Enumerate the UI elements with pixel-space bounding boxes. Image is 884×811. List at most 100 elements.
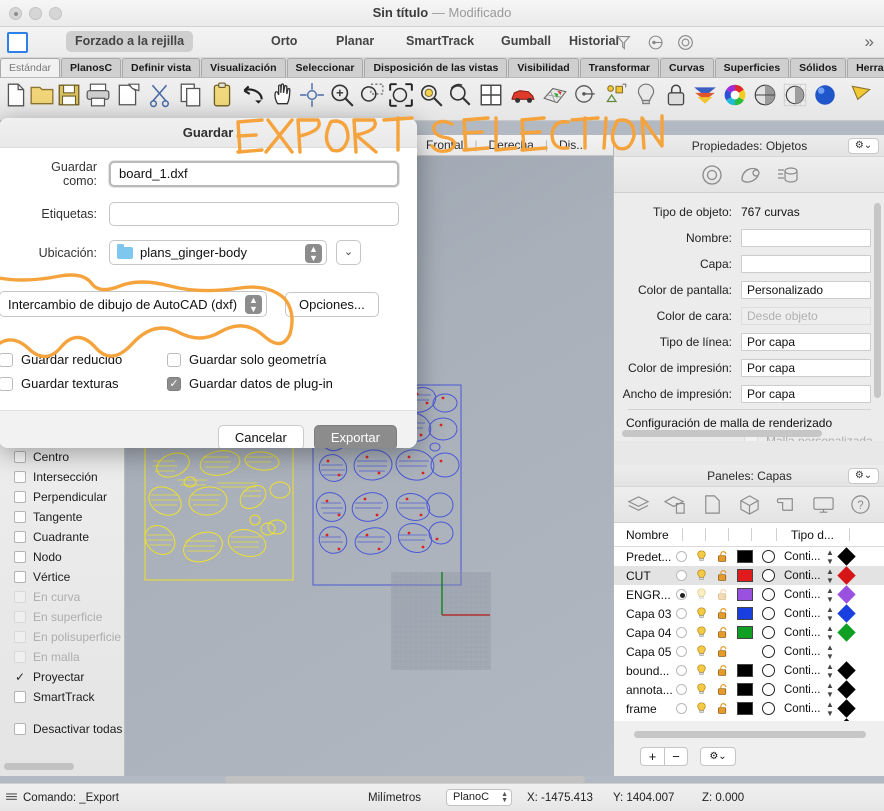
viewport-tab-frontal[interactable]: Frontal <box>415 138 474 152</box>
layer-current-radio[interactable] <box>676 551 687 562</box>
dialog-checkbox-guardar-texturas[interactable]: Guardar texturas <box>0 376 167 391</box>
toolbar-tab-herrami[interactable]: Herrami... <box>847 58 884 77</box>
object-snap-icon[interactable] <box>603 82 629 108</box>
toolbar-tab-superficies[interactable]: Superficies <box>714 58 790 77</box>
layer-linetype-stepper-icon[interactable]: ▲▼ <box>824 624 836 642</box>
osnap-checkbox[interactable] <box>14 691 26 703</box>
layer-linetype-stepper-icon[interactable]: ▲▼ <box>824 643 836 661</box>
osnap-item-nodo[interactable]: Nodo <box>0 547 124 567</box>
filter-icon[interactable] <box>615 34 632 51</box>
viewport-tab-derecha[interactable]: Derecha <box>477 138 544 152</box>
layer-visibility-bulb-icon[interactable] <box>695 664 708 677</box>
property-value[interactable]: Por capa <box>741 333 871 351</box>
zoom-window-icon[interactable] <box>359 82 385 108</box>
toggle-orto[interactable]: Orto <box>262 31 306 52</box>
dialog-checkbox-guardar-solo-geometr-a[interactable]: Guardar solo geometría <box>167 352 326 367</box>
layer-color-swatch[interactable] <box>737 645 753 658</box>
record-history-icon[interactable] <box>648 34 665 51</box>
layer-properties-icon[interactable] <box>776 163 800 187</box>
osnap-checkbox[interactable] <box>14 451 26 463</box>
properties-horizontal-scrollbar[interactable] <box>622 430 822 437</box>
format-stepper-icon[interactable]: ▲ ▼ <box>245 295 262 314</box>
layer-material-circle[interactable] <box>762 664 775 677</box>
tags-input[interactable] <box>109 202 399 226</box>
layer-linetype-stepper-icon[interactable]: ▲▼ <box>824 567 836 585</box>
layer-lock-icon[interactable] <box>716 607 729 620</box>
layer-print-color-swatch[interactable] <box>837 718 856 721</box>
layer-color-swatch[interactable] <box>737 664 753 677</box>
toolbar-tab-visibilidad[interactable]: Visibilidad <box>508 58 579 77</box>
layer-visibility-bulb-icon[interactable] <box>695 626 708 639</box>
layer-sublayer-icon[interactable] <box>664 493 687 516</box>
layer-current-radio[interactable] <box>676 646 687 657</box>
layer-linetype-stepper-icon[interactable]: ▲▼ <box>824 605 836 623</box>
layer-print-color-swatch[interactable] <box>837 699 856 718</box>
sphere-render-icon[interactable] <box>812 82 838 108</box>
sphere-grid-icon[interactable] <box>782 82 808 108</box>
layer-material-circle[interactable] <box>762 607 775 620</box>
layer-color-swatch[interactable] <box>737 569 753 582</box>
layer-print-color-swatch[interactable] <box>837 661 856 680</box>
layers-icon[interactable] <box>627 493 650 516</box>
lock-icon[interactable] <box>663 82 689 108</box>
remove-layer-button[interactable]: − <box>664 746 688 766</box>
pan-hand-icon[interactable] <box>270 82 296 108</box>
print-icon[interactable] <box>85 82 111 108</box>
new-file-icon[interactable] <box>3 82 29 108</box>
toggle-smarttrack[interactable]: SmartTrack <box>397 31 483 52</box>
sphere-shade-icon[interactable] <box>752 82 778 108</box>
layer-row[interactable]: 0Conti...▲▼ <box>614 718 884 721</box>
dialog-checkbox-guardar-reducido[interactable]: Guardar reducido <box>0 352 167 367</box>
layer-current-radio[interactable] <box>676 608 687 619</box>
location-stepper-icon[interactable]: ▲ ▼ <box>305 244 322 263</box>
light-bulb-icon[interactable] <box>633 82 659 108</box>
osnap-item-proyectar[interactable]: ✓ Proyectar <box>0 667 124 687</box>
layer-row[interactable]: bound... Conti... ▲ ▼ <box>614 661 884 680</box>
layer-print-color-swatch[interactable] <box>837 604 856 623</box>
layer-current-radio[interactable] <box>676 589 687 600</box>
viewport-horizontal-scrollbar[interactable] <box>225 776 585 783</box>
osnap-checkbox[interactable] <box>14 531 26 543</box>
property-value[interactable]: Personalizado <box>741 281 871 299</box>
layer-lock-icon[interactable] <box>716 683 729 696</box>
layer-linetype-stepper-icon[interactable]: ▲▼ <box>824 548 836 566</box>
page-icon[interactable] <box>701 493 724 516</box>
toolbar-tab-s-lidos[interactable]: Sólidos <box>790 58 847 77</box>
gradient-icon[interactable] <box>692 82 718 108</box>
osnap-checkbox[interactable] <box>14 723 26 735</box>
layer-lock-icon[interactable] <box>716 645 729 658</box>
checkbox-box[interactable] <box>0 376 13 391</box>
layer-row[interactable]: annota... Conti... ▲ ▼ <box>614 680 884 699</box>
viewport-tab-dis[interactable]: Dis... <box>548 138 597 152</box>
layer-visibility-bulb-icon[interactable] <box>695 683 708 696</box>
open-folder-icon[interactable] <box>29 82 55 108</box>
layer-linetype-stepper-icon[interactable]: ▲▼ <box>824 719 836 722</box>
layer-current-radio[interactable] <box>676 627 687 638</box>
toolbar-tab-est-ndar[interactable]: Estándar <box>0 58 61 77</box>
osnap-checkbox[interactable] <box>14 511 26 523</box>
cplane-stepper-icon[interactable]: ▲ ▼ <box>501 791 508 804</box>
detail-icon[interactable] <box>775 493 798 516</box>
layer-visibility-bulb-icon[interactable] <box>695 607 708 620</box>
toolbar-tab-seleccionar[interactable]: Seleccionar <box>286 58 364 77</box>
osnap-item-tangente[interactable]: Tangente <box>0 507 124 527</box>
layer-visibility-bulb-icon[interactable] <box>695 702 708 715</box>
car-render-icon[interactable] <box>510 82 536 108</box>
properties-gear-icon[interactable]: ⚙⌄ <box>848 138 879 154</box>
layer-row[interactable]: Predet... Conti... ▲ ▼ <box>614 547 884 566</box>
osnap-checkbox[interactable] <box>14 571 26 583</box>
toolbar-tab-planosc[interactable]: PlanosC <box>61 58 122 77</box>
filename-input[interactable]: board_1.dxf <box>109 161 399 187</box>
toolbar-tab-curvas[interactable]: Curvas <box>659 58 714 77</box>
checkbox-box[interactable]: ✓ <box>167 376 181 391</box>
dialog-checkbox-guardar-datos-de-plug-in[interactable]: ✓ Guardar datos de plug-in <box>167 376 333 391</box>
layer-color-swatch[interactable] <box>737 626 753 639</box>
display-icon[interactable] <box>812 493 835 516</box>
layout-panel-icon[interactable] <box>7 32 28 53</box>
layer-row[interactable]: Capa 05 Conti... ▲ ▼ <box>614 642 884 661</box>
export-button[interactable]: Exportar <box>313 425 397 448</box>
render-mesh-icon[interactable] <box>542 82 568 108</box>
copy-to-clipboard-icon[interactable] <box>115 82 141 108</box>
toggle-gumball[interactable]: Gumball <box>492 31 560 52</box>
undo-arrow-icon[interactable] <box>240 82 266 108</box>
